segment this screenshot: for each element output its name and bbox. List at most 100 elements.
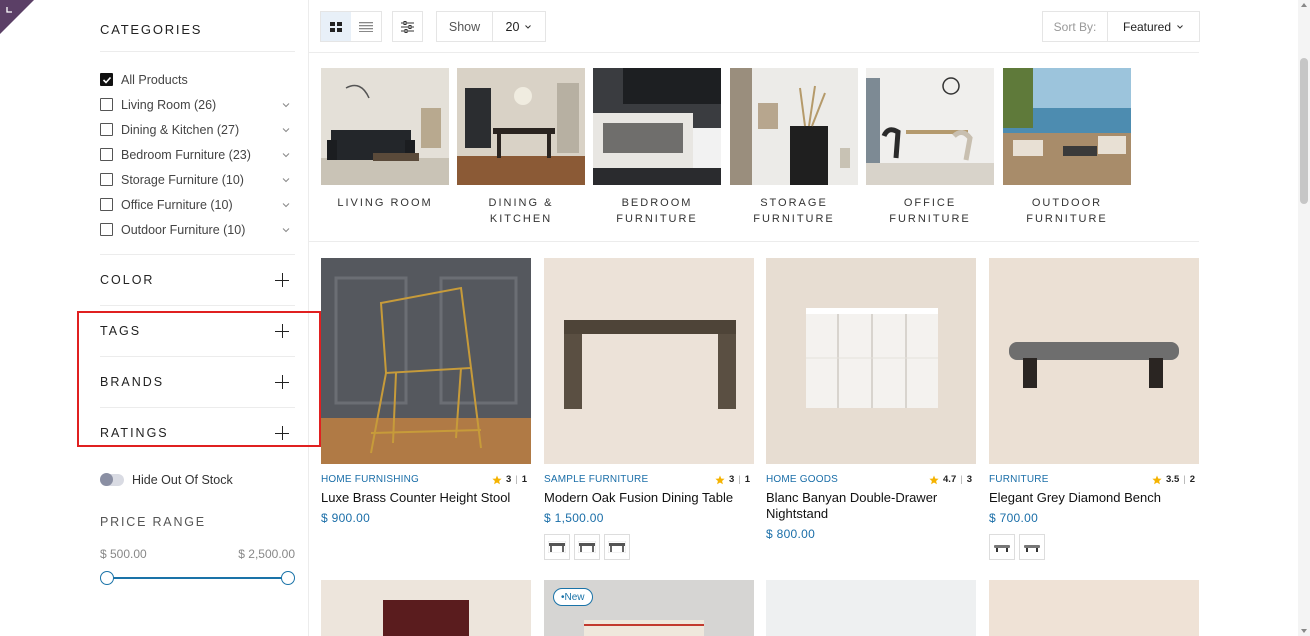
page-scrollbar[interactable] [1298,0,1310,636]
plus-icon[interactable] [275,426,289,440]
category-item-office-furniture[interactable]: Office Furniture (10) [100,192,295,217]
scroll-down-arrow-icon[interactable] [1301,629,1307,633]
office-furniture-image [866,68,994,185]
star-icon [715,475,725,484]
category-tile-dining-kitchen[interactable]: DINING & KITCHEN [457,68,585,227]
category-item-storage-furniture[interactable]: Storage Furniture (10) [100,167,295,192]
review-count: 2 [1189,474,1195,485]
product-card[interactable]: HOME GOODS 4.7 | 3 Blanc Banyan Double-D… [766,258,976,541]
chevron-down-icon[interactable] [281,200,291,210]
product-card[interactable] [321,580,531,636]
chevron-down-icon[interactable] [281,175,291,185]
category-tile-bedroom-furniture[interactable]: BEDROOM FURNITURE [593,68,721,227]
category-item-dining-kitchen[interactable]: Dining & Kitchen (27) [100,117,295,142]
product-card[interactable]: • New [544,580,754,636]
product-card[interactable]: SAMPLE FURNITURE 3 | 1 Modern Oak Fusion… [544,258,754,560]
category-tile-label: STORAGE FURNITURE [753,197,835,225]
checkbox-icon[interactable] [100,223,113,236]
variant-swatch[interactable] [1019,534,1045,560]
hide-out-of-stock-toggle[interactable] [100,473,124,486]
category-item-living-room[interactable]: Living Room (26) [100,92,295,117]
slider-max-handle[interactable] [281,571,295,585]
show-count-dropdown[interactable]: 20 [493,12,545,41]
category-tile-label: DINING & KITCHEN [488,197,554,225]
filter-color[interactable]: COLOR [100,254,295,305]
filter-tags[interactable]: TAGS [100,305,295,356]
sort-by: Sort By: Featured [1042,11,1200,42]
category-label: Bedroom Furniture (23) [121,147,251,162]
product-meta: FURNITURE 3.5 | 2 [989,474,1199,485]
variant-swatch[interactable] [574,534,600,560]
filter-ratings[interactable]: RATINGS [100,407,295,458]
filters-sidebar: CATEGORIES All Products Living Room (26)… [0,0,309,636]
plus-icon[interactable] [275,273,289,287]
product-name[interactable]: Modern Oak Fusion Dining Table [544,490,754,506]
filter-ratings-title: RATINGS [100,426,169,440]
category-item-bedroom-furniture[interactable]: Bedroom Furniture (23) [100,142,295,167]
chevron-down-icon[interactable] [281,100,291,110]
product-category: SAMPLE FURNITURE [544,474,649,485]
category-tile-office-furniture[interactable]: OFFICE FURNITURE [866,68,994,227]
category-tile-storage-furniture[interactable]: STORAGE FURNITURE [730,68,858,227]
category-tile-label: BEDROOM FURNITURE [616,197,698,225]
checkbox-icon[interactable] [100,173,113,186]
plus-icon[interactable] [275,324,289,338]
category-tiles: LIVING ROOM DINING & KITCHEN BEDROOM FUR… [321,68,1199,228]
outdoor-furniture-image [1003,68,1131,185]
rating-separator: | [515,474,518,485]
new-badge: • New [553,588,593,606]
filter-color-title: COLOR [100,273,155,287]
product-image [321,580,531,636]
star-icon [1152,475,1162,484]
plus-icon[interactable] [275,375,289,389]
price-range-slider[interactable] [100,571,295,585]
category-item-all-products[interactable]: All Products [100,67,295,92]
product-variant-swatches [989,534,1199,560]
category-tile-outdoor-furniture[interactable]: OUTDOOR FURNITURE [1003,68,1131,227]
chevron-down-icon[interactable] [281,225,291,235]
checkbox-icon[interactable] [100,98,113,111]
product-card[interactable]: HOME FURNISHING 3 | 1 Luxe Brass Counter… [321,258,531,525]
slider-min-handle[interactable] [100,571,114,585]
checkbox-icon[interactable] [100,148,113,161]
product-meta: HOME FURNISHING 3 | 1 [321,474,531,485]
rating-separator: | [738,474,741,485]
sort-value: Featured [1122,19,1172,34]
variant-swatch[interactable] [544,534,570,560]
variant-swatch[interactable] [989,534,1015,560]
hide-out-of-stock-toggle-row[interactable]: Hide Out Of Stock [100,470,295,490]
scrollbar-thumb[interactable] [1300,58,1308,204]
category-tile-living-room[interactable]: LIVING ROOM [321,68,449,211]
product-name[interactable]: Elegant Grey Diamond Bench [989,490,1199,506]
product-card[interactable]: FURNITURE 3.5 | 2 Elegant Grey Diamond B… [989,258,1199,560]
product-category: HOME FURNISHING [321,474,419,485]
slider-track[interactable] [107,577,288,579]
price-max: $ 2,500.00 [238,547,295,561]
product-card[interactable] [766,580,976,636]
sort-dropdown[interactable]: Featured [1108,12,1199,41]
rating-separator: | [960,474,963,485]
product-name[interactable]: Blanc Banyan Double-Drawer Nightstand [766,490,976,522]
filter-brands[interactable]: BRANDS [100,356,295,407]
product-rating: 3 | 1 [715,474,750,485]
chevron-down-icon[interactable] [281,125,291,135]
product-image [766,580,976,636]
product-card[interactable] [989,580,1199,636]
price-min: $ 500.00 [100,547,147,561]
dining-kitchen-image [457,68,585,185]
chevron-down-icon[interactable] [281,150,291,160]
show-label: Show [437,12,493,41]
grid-view-button[interactable] [321,12,351,41]
checkbox-checked-icon[interactable] [100,73,113,86]
review-count: 1 [744,474,750,485]
list-view-button[interactable] [351,12,381,41]
product-image [544,258,754,464]
variant-swatch[interactable] [604,534,630,560]
filter-settings-button[interactable] [392,11,423,42]
product-name[interactable]: Luxe Brass Counter Height Stool [321,490,531,506]
divider [100,51,295,52]
checkbox-icon[interactable] [100,123,113,136]
scroll-up-arrow-icon[interactable] [1301,3,1307,7]
category-item-outdoor-furniture[interactable]: Outdoor Furniture (10) [100,217,295,242]
checkbox-icon[interactable] [100,198,113,211]
